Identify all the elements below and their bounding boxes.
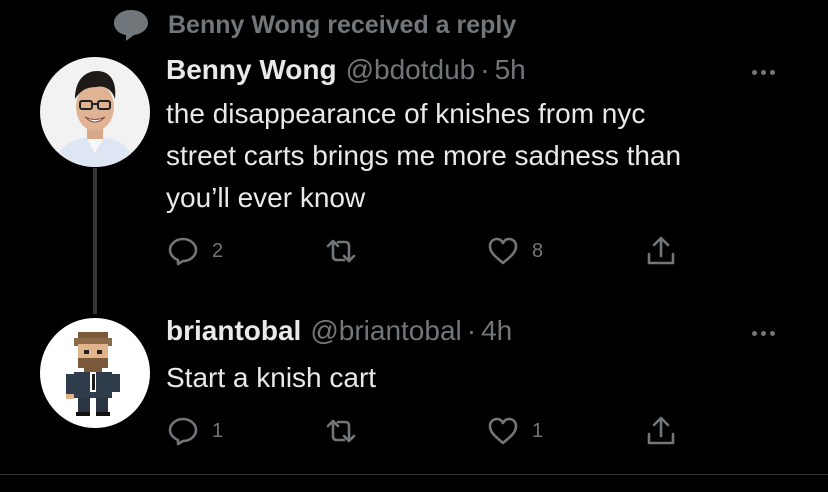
reply-count: 1 <box>212 419 224 442</box>
more-options-icon[interactable] <box>752 70 775 75</box>
avatar-benny-wong[interactable] <box>40 57 150 167</box>
user-handle[interactable]: @bdotdub <box>346 54 476 86</box>
heart-icon <box>488 237 518 265</box>
user-handle[interactable]: @briantobal <box>310 315 461 347</box>
thread-connector-line <box>93 168 97 314</box>
tweet-text-line: Start a knish cart <box>166 362 377 393</box>
like-button[interactable]: 8 <box>486 234 543 268</box>
reply-icon <box>168 417 198 446</box>
separator-dot: · <box>480 54 490 85</box>
share-icon <box>647 236 675 265</box>
speech-bubble-icon <box>114 10 148 41</box>
retweet-button[interactable] <box>324 414 370 448</box>
share-button[interactable] <box>644 234 678 268</box>
reply-button[interactable]: 2 <box>166 234 223 268</box>
more-options-icon[interactable] <box>752 331 775 336</box>
reply-icon <box>168 237 198 266</box>
reply-count: 2 <box>212 239 224 262</box>
retweet-button[interactable] <box>324 234 370 268</box>
retweet-icon <box>326 239 356 263</box>
reply-button[interactable]: 1 <box>166 414 223 448</box>
tweet-actions: 1 1 <box>166 414 706 450</box>
tweet-text-line: street carts brings me more sadness than <box>166 140 682 171</box>
tweet-text-line: the disappearance of knishes from nyc <box>166 98 646 129</box>
tweet-actions: 2 8 <box>166 234 706 270</box>
tweet-text-line: you’ll ever know <box>166 182 366 213</box>
avatar-photo <box>40 57 150 167</box>
retweet-icon <box>326 419 356 443</box>
tweet-header: Benny Wong @bdotdub · 5h <box>166 54 526 86</box>
like-count: 8 <box>532 239 544 262</box>
separator-dot: · <box>466 315 477 346</box>
context-text: Benny Wong received a reply <box>168 10 517 39</box>
tweet-header: briantobal @briantobal · 4h <box>166 315 512 347</box>
avatar-briantobal[interactable] <box>40 318 150 428</box>
tweet-timestamp[interactable]: 5h <box>495 54 526 86</box>
like-button[interactable]: 1 <box>486 414 543 448</box>
tweet-text: Start a knish cart <box>166 357 786 399</box>
heart-icon <box>488 417 518 445</box>
share-icon <box>647 416 675 445</box>
display-name[interactable]: Benny Wong <box>166 54 337 86</box>
avatar-pixel-art <box>40 318 150 428</box>
share-button[interactable] <box>644 414 678 448</box>
tweet-text: the disappearance of knishes from nyc st… <box>166 93 786 219</box>
social-context: Benny Wong received a reply <box>112 8 516 42</box>
bottom-divider <box>0 474 828 475</box>
like-count: 1 <box>532 419 544 442</box>
tweet-timestamp[interactable]: 4h <box>481 315 512 347</box>
display-name[interactable]: briantobal <box>166 315 301 347</box>
